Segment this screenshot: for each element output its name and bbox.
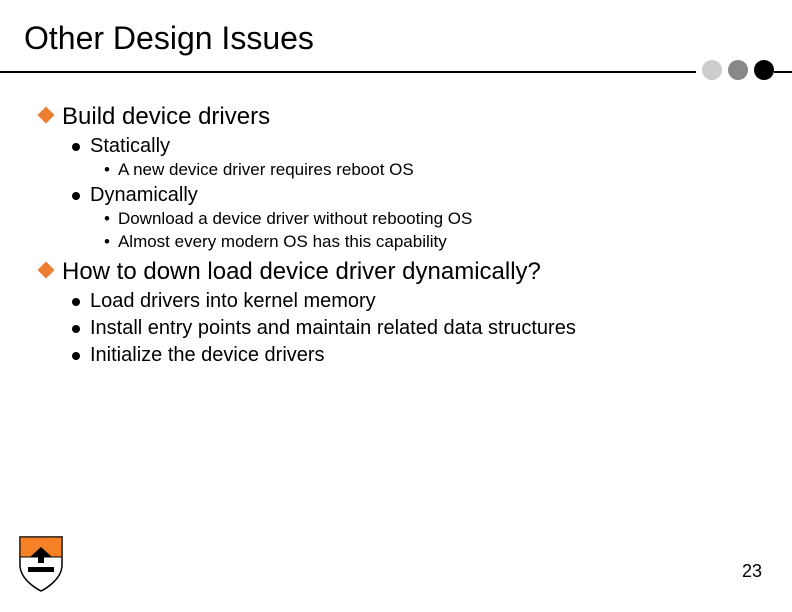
bullet-text: Almost every modern OS has this capabili… — [118, 232, 447, 252]
dot-icon — [754, 60, 774, 80]
bullet-level3: • A new device driver requires reboot OS — [104, 160, 752, 180]
dot-icon — [728, 60, 748, 80]
bullet-level1: How to down load device driver dynamical… — [40, 258, 752, 286]
slide-title: Other Design Issues — [0, 0, 792, 63]
bullet-level2: Install entry points and maintain relate… — [72, 317, 752, 340]
bullet-level3: • Almost every modern OS has this capabi… — [104, 232, 752, 252]
bullet-text: Initialize the device drivers — [90, 344, 325, 367]
dot-icon — [702, 60, 722, 80]
bullet-text: Load drivers into kernel memory — [90, 290, 376, 313]
decorative-dots — [696, 60, 774, 80]
bullet-text: A new device driver requires reboot OS — [118, 160, 414, 180]
diamond-icon — [38, 262, 55, 279]
bullet-level3: • Download a device driver without reboo… — [104, 209, 752, 229]
slide-body: Build device drivers Statically • A new … — [0, 83, 792, 367]
disc-icon — [72, 352, 80, 360]
princeton-shield-icon — [18, 535, 64, 598]
bullet-text: Statically — [90, 135, 170, 158]
bullet-dot: • — [104, 232, 110, 252]
bullet-text: Build device drivers — [62, 103, 270, 131]
disc-icon — [72, 192, 80, 200]
bullet-text: Install entry points and maintain relate… — [90, 317, 576, 340]
bullet-text: Dynamically — [90, 184, 198, 207]
slide-footer: 23 — [0, 532, 792, 602]
bullet-dot: • — [104, 160, 110, 180]
bullet-text: Download a device driver without rebooti… — [118, 209, 472, 229]
disc-icon — [72, 143, 80, 151]
bullet-level2: Initialize the device drivers — [72, 344, 752, 367]
bullet-level1: Build device drivers — [40, 103, 752, 131]
disc-icon — [72, 325, 80, 333]
bullet-dot: • — [104, 209, 110, 229]
bullet-level2: Dynamically — [72, 184, 752, 207]
bullet-level2: Load drivers into kernel memory — [72, 290, 752, 313]
bullet-text: How to down load device driver dynamical… — [62, 258, 541, 286]
bullet-level2: Statically — [72, 135, 752, 158]
page-number: 23 — [742, 561, 762, 582]
disc-icon — [72, 298, 80, 306]
diamond-icon — [38, 107, 55, 124]
title-divider — [0, 63, 792, 83]
